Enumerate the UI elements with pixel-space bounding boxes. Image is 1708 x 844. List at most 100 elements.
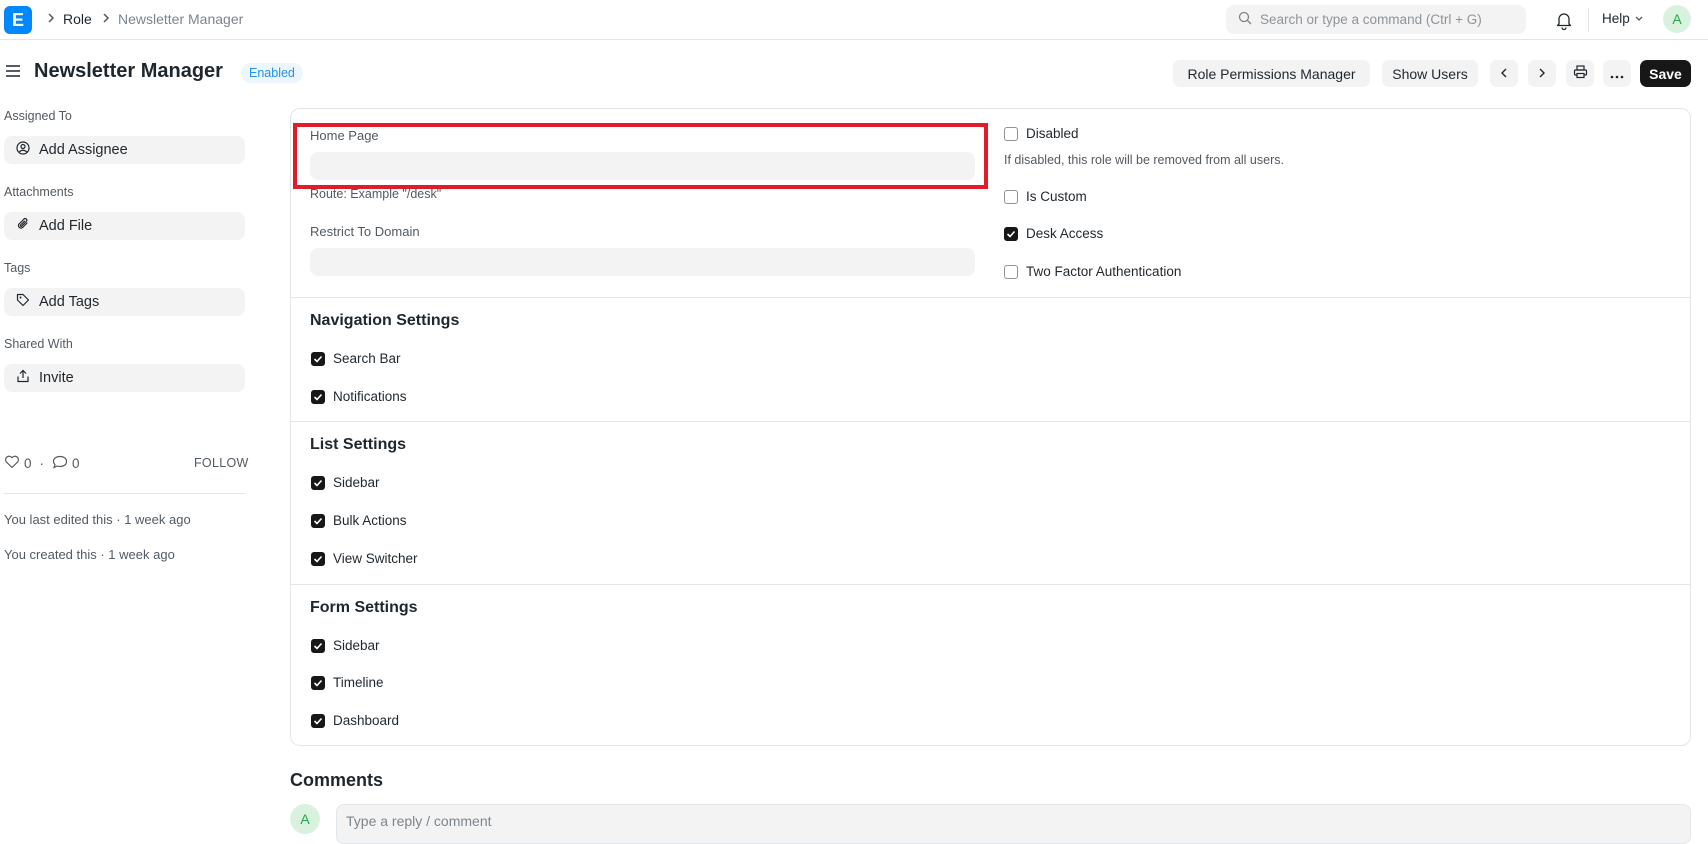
search-input[interactable]: Search or type a command (Ctrl + G): [1226, 5, 1526, 34]
section-divider: [290, 297, 1691, 298]
notifications-checkbox-row[interactable]: Notifications: [311, 389, 407, 404]
app-logo[interactable]: E: [4, 6, 32, 34]
chevron-right-icon: [1537, 66, 1547, 82]
check-icon: [313, 642, 323, 650]
more-actions-button[interactable]: [1603, 60, 1631, 87]
form-sidebar-checkbox[interactable]: [311, 638, 325, 653]
check-icon: [313, 355, 323, 363]
attachments-label: Attachments: [4, 185, 74, 199]
check-icon: [313, 479, 323, 487]
heart-icon[interactable]: [4, 455, 20, 472]
is-custom-checkbox[interactable]: [1004, 189, 1018, 204]
add-assignee-label: Add Assignee: [39, 142, 128, 158]
view-switcher-checkbox[interactable]: [311, 551, 325, 566]
form-sidebar-checkbox-row[interactable]: Sidebar: [311, 638, 380, 653]
disabled-label: Disabled: [1026, 126, 1079, 141]
next-button[interactable]: [1528, 60, 1556, 87]
two-factor-label: Two Factor Authentication: [1026, 264, 1182, 279]
navbar: E Role Newsletter Manager Search or type…: [0, 0, 1708, 40]
likes-count: 0: [24, 456, 32, 471]
check-icon: [313, 717, 323, 725]
bulk-actions-checkbox[interactable]: [311, 513, 325, 528]
form-settings-title: Form Settings: [310, 599, 418, 616]
navigation-settings-title: Navigation Settings: [310, 312, 460, 329]
tags-label: Tags: [4, 261, 31, 275]
two-factor-checkbox[interactable]: [1004, 264, 1018, 279]
dashboard-label: Dashboard: [333, 713, 400, 728]
disabled-checkbox[interactable]: [1004, 126, 1018, 141]
chevron-right-icon: [102, 12, 110, 27]
restrict-to-domain-label: Restrict To Domain: [310, 224, 420, 239]
check-icon: [313, 517, 323, 525]
user-avatar[interactable]: A: [1663, 5, 1691, 33]
help-dropdown[interactable]: Help: [1602, 11, 1644, 26]
section-divider: [290, 584, 1691, 585]
check-icon: [313, 679, 323, 687]
show-users-button[interactable]: Show Users: [1382, 60, 1478, 87]
highlight-box: [293, 123, 988, 189]
is-custom-checkbox-row[interactable]: Is Custom: [1004, 189, 1087, 204]
paperclip-icon: [16, 217, 30, 235]
search-bar-checkbox-row[interactable]: Search Bar: [311, 351, 401, 366]
check-icon: [313, 393, 323, 401]
timeline-checkbox-row[interactable]: Timeline: [311, 675, 384, 690]
search-placeholder: Search or type a command (Ctrl + G): [1260, 12, 1482, 27]
section-divider: [290, 421, 1691, 422]
bulk-actions-label: Bulk Actions: [333, 513, 407, 528]
role-permissions-manager-button[interactable]: Role Permissions Manager: [1173, 60, 1370, 87]
share-icon: [16, 369, 30, 387]
save-button[interactable]: Save: [1640, 60, 1691, 87]
add-file-button[interactable]: Add File: [4, 212, 245, 240]
form-card: [290, 108, 1691, 746]
bell-icon[interactable]: [1553, 9, 1575, 31]
comments-title: Comments: [290, 770, 384, 790]
add-assignee-button[interactable]: Add Assignee: [4, 136, 245, 164]
sidebar-toggle-icon[interactable]: [5, 64, 21, 78]
comment-avatar: A: [290, 804, 320, 834]
view-switcher-checkbox-row[interactable]: View Switcher: [311, 551, 418, 566]
desk-access-label: Desk Access: [1026, 226, 1104, 241]
list-sidebar-checkbox-row[interactable]: Sidebar: [311, 475, 380, 490]
timeline-checkbox[interactable]: [311, 675, 325, 690]
help-label: Help: [1602, 11, 1630, 26]
bulk-actions-checkbox-row[interactable]: Bulk Actions: [311, 513, 407, 528]
add-tags-button[interactable]: Add Tags: [4, 288, 245, 316]
invite-label: Invite: [39, 370, 74, 386]
comment-icon[interactable]: [52, 455, 68, 472]
dashboard-checkbox-row[interactable]: Dashboard: [311, 713, 399, 728]
breadcrumb-role[interactable]: Role: [63, 11, 92, 27]
check-icon: [313, 555, 323, 563]
notifications-checkbox[interactable]: [311, 389, 325, 404]
print-button[interactable]: [1566, 60, 1594, 87]
two-factor-checkbox-row[interactable]: Two Factor Authentication: [1004, 264, 1181, 279]
home-page-description: Route: Example "/desk": [310, 187, 442, 201]
search-bar-checkbox[interactable]: [311, 351, 325, 366]
created-text: You created this · 1 week ago: [4, 547, 175, 562]
add-file-label: Add File: [39, 218, 93, 234]
invite-button[interactable]: Invite: [4, 364, 245, 392]
search-icon: [1238, 11, 1252, 28]
sidebar-stats: 0 · 0: [4, 455, 80, 472]
desk-access-checkbox[interactable]: [1004, 226, 1018, 241]
navbar-divider: [1588, 8, 1589, 32]
tag-icon: [16, 293, 30, 311]
dashboard-checkbox[interactable]: [311, 713, 325, 728]
previous-button[interactable]: [1490, 60, 1518, 87]
add-tags-label: Add Tags: [39, 294, 100, 310]
list-sidebar-label: Sidebar: [333, 475, 380, 490]
disabled-checkbox-row[interactable]: Disabled: [1004, 126, 1079, 141]
disabled-description: If disabled, this role will be removed f…: [1004, 153, 1284, 167]
chevron-left-icon: [1499, 66, 1509, 82]
stats-separator: ·: [39, 456, 45, 471]
sidebar-divider: [4, 493, 245, 494]
list-sidebar-checkbox[interactable]: [311, 475, 325, 490]
follow-button[interactable]: FOLLOW: [194, 456, 249, 470]
comment-input[interactable]: Type a reply / comment: [336, 804, 1691, 844]
chevron-down-icon: [1634, 11, 1644, 26]
user-circle-icon: [16, 141, 30, 159]
restrict-to-domain-input[interactable]: [310, 248, 975, 276]
breadcrumb-current[interactable]: Newsletter Manager: [118, 11, 243, 27]
desk-access-checkbox-row[interactable]: Desk Access: [1004, 226, 1103, 241]
search-bar-label: Search Bar: [333, 351, 401, 366]
timeline-label: Timeline: [333, 675, 384, 690]
